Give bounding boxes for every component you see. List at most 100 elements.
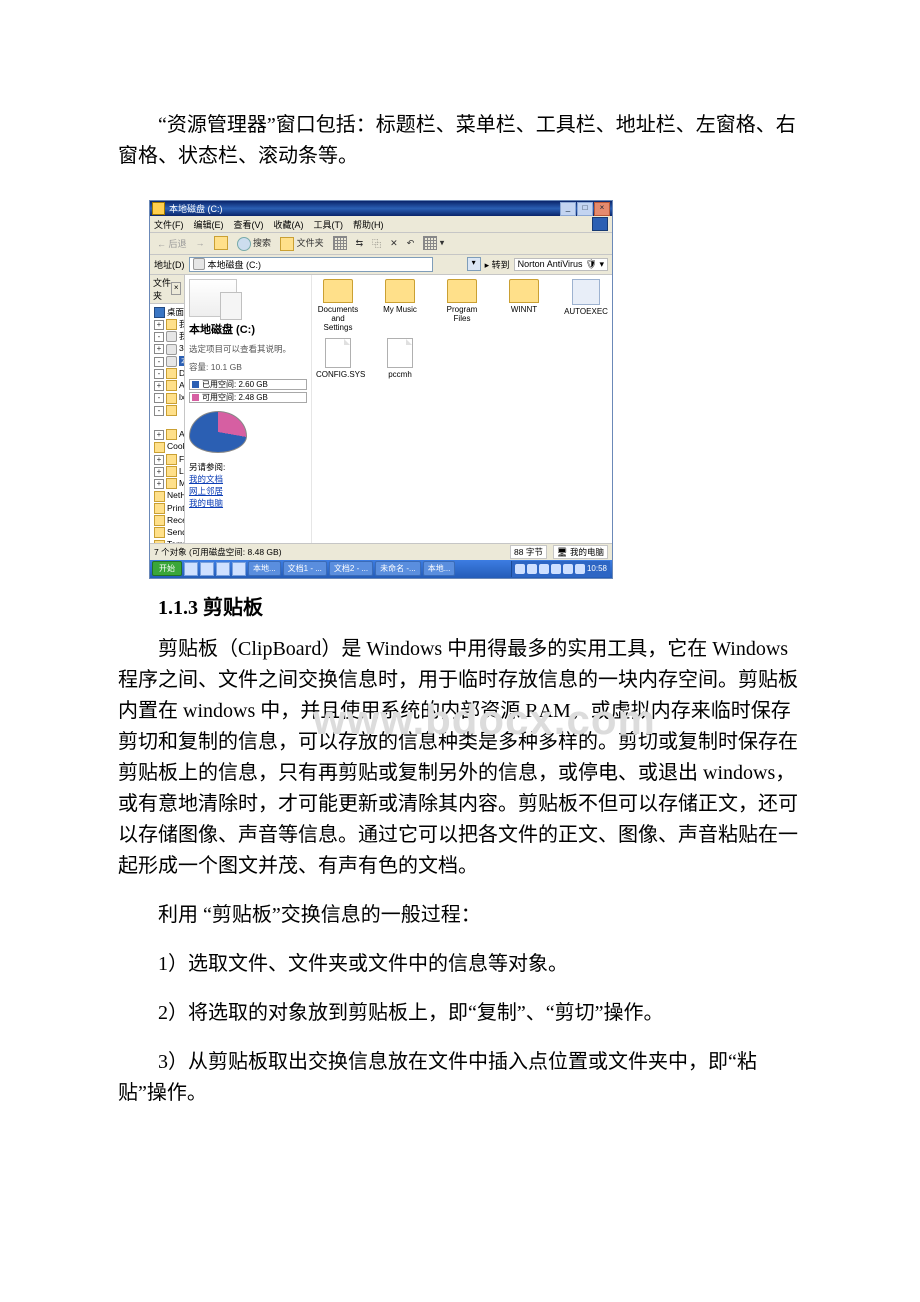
app-item[interactable]: AUTOEXEC <box>564 279 608 332</box>
delete-button[interactable]: ✕ <box>387 237 401 250</box>
link-mycomputer[interactable]: 我的电脑 <box>189 497 307 509</box>
menubar: 文件(F) 编辑(E) 查看(V) 收藏(A) 工具(T) 帮助(H) <box>150 216 612 233</box>
tray-icon[interactable] <box>515 564 525 574</box>
file-item[interactable]: pccmh <box>378 338 422 379</box>
drive-large-icon <box>189 279 237 317</box>
window-title: 本地磁盘 (C:) <box>169 202 560 215</box>
move-button[interactable]: ⇆ <box>353 237 367 250</box>
tray-icon[interactable] <box>551 564 561 574</box>
task-button[interactable]: 文档2 - ... <box>329 561 373 576</box>
up-button[interactable] <box>211 235 231 251</box>
tray-icon[interactable] <box>563 564 573 574</box>
toolbar: ← 后退 → 搜索 文件夹 ⇆ ⿻ ✕ ↶ ▾ <box>150 233 612 255</box>
folder-icon <box>385 279 415 303</box>
file-item[interactable]: CONFIG.SYS <box>316 338 360 379</box>
file-icon <box>387 338 413 368</box>
ql-icon[interactable] <box>184 562 198 576</box>
taskbar: 开始 本地... 文档1 - ... 文档2 - ... 未命名 -... 本地… <box>150 560 612 578</box>
file-icon <box>325 338 351 368</box>
search-button[interactable]: 搜索 <box>234 235 275 252</box>
folder-icon <box>447 279 477 303</box>
folder-icon <box>323 279 353 303</box>
folder-item[interactable]: Program Files <box>440 279 484 332</box>
tray-icon[interactable] <box>527 564 537 574</box>
tree-item[interactable]: Recent <box>167 515 185 525</box>
folder-icon <box>509 279 539 303</box>
menu-fav[interactable]: 收藏(A) <box>274 218 304 231</box>
history-button[interactable] <box>330 235 350 251</box>
ql-icon[interactable] <box>232 562 246 576</box>
detail-pane: 本地磁盘 (C:) 选定项目可以查看其说明。 容量: 10.1 GB 已用空间:… <box>185 275 612 543</box>
tree-item[interactable]: 桌面 <box>167 307 184 317</box>
pie-chart-icon <box>189 411 247 453</box>
paragraph-step1: 1）选取文件、文件夹或文件中的信息等对象。 <box>118 949 802 980</box>
norton-button[interactable]: Norton AntiVirus 🛡 ▾ <box>514 258 608 271</box>
folder-item[interactable]: WINNT <box>502 279 546 332</box>
drive-title: 本地磁盘 (C:) <box>189 321 307 337</box>
address-input[interactable]: 本地磁盘 (C:) <box>189 257 433 272</box>
link-mydocs[interactable]: 我的文档 <box>189 473 307 485</box>
capacity: 容量: 10.1 GB <box>189 361 307 373</box>
task-button[interactable]: 文档1 - ... <box>283 561 327 576</box>
ql-icon[interactable] <box>216 562 230 576</box>
paragraph-step3: 3）从剪贴板取出交换信息放在文件中插入点位置或文件夹中，即“粘贴”操作。 <box>118 1047 802 1109</box>
clock: 10:58 <box>587 564 607 573</box>
tree-item[interactable]: Templates <box>167 539 185 542</box>
file-grid: Documents and Settings My Music Program … <box>312 275 612 543</box>
tree-header: 文件夹 × <box>150 275 184 304</box>
task-button[interactable]: 本地... <box>423 561 456 576</box>
task-button[interactable]: 本地... <box>248 561 281 576</box>
undo-button[interactable]: ↶ <box>404 237 418 250</box>
ql-icon[interactable] <box>200 562 214 576</box>
system-tray: 10:58 <box>511 561 610 577</box>
folders-button[interactable]: 文件夹 <box>277 235 327 252</box>
quick-launch <box>184 562 246 576</box>
see-also: 另请参阅: <box>189 461 307 473</box>
task-button[interactable]: 未命名 -... <box>375 561 421 576</box>
maximize-button[interactable]: □ <box>577 202 593 216</box>
go-button[interactable]: ▸ 转到 <box>485 258 510 271</box>
tray-icon[interactable] <box>575 564 585 574</box>
address-value: 本地磁盘 (C:) <box>208 258 262 271</box>
status-size: 88 字节 <box>510 545 547 559</box>
minimize-button[interactable]: _ <box>560 202 576 216</box>
status-location: 🖥 我的电脑 <box>553 545 608 559</box>
windows-logo-icon <box>592 217 608 231</box>
start-button[interactable]: 开始 <box>152 561 182 576</box>
menu-file[interactable]: 文件(F) <box>154 218 184 231</box>
addressbar: 地址(D) 本地磁盘 (C:) ▾ ▸ 转到 Norton AntiVirus … <box>150 255 612 275</box>
folder-item[interactable]: My Music <box>378 279 422 332</box>
paragraph-clipboard: 剪贴板（ClipBoard）是 Windows 中用得最多的实用工具，它在 Wi… <box>118 634 802 882</box>
tree-item[interactable]: NetHood <box>167 490 185 500</box>
tree-close-icon[interactable]: × <box>171 282 181 295</box>
copy-button[interactable]: ⿻ <box>369 236 384 251</box>
tree-pane: 文件夹 × 桌面 +我的文档 -我的电脑 +3.5 软盘 (A:) -本地磁盘 … <box>150 275 185 543</box>
tree-item[interactable]: Cookies <box>167 441 185 451</box>
status-left: 7 个对象 (可用磁盘空间: 8.48 GB) <box>154 546 282 558</box>
menu-help[interactable]: 帮助(H) <box>353 218 384 231</box>
menu-view[interactable]: 查看(V) <box>234 218 264 231</box>
close-button[interactable]: × <box>594 202 610 216</box>
paragraph-intro: “资源管理器”窗口包括：标题栏、菜单栏、工具栏、地址栏、左窗格、右窗格、状态栏、… <box>118 110 802 172</box>
used-space: 已用空间: 2.60 GB <box>189 379 307 390</box>
menu-edit[interactable]: 编辑(E) <box>194 218 224 231</box>
section-heading: 1.1.3 剪贴板 <box>118 591 802 620</box>
tree-item[interactable]: SendTo <box>167 527 185 537</box>
menu-tools[interactable]: 工具(T) <box>314 218 344 231</box>
tray-icon[interactable] <box>539 564 549 574</box>
folder-item[interactable]: Documents and Settings <box>316 279 360 332</box>
app-icon <box>572 279 600 305</box>
link-network[interactable]: 网上邻居 <box>189 485 307 497</box>
drive-icon <box>152 202 165 215</box>
paragraph-step2: 2）将选取的对象放到剪贴板上，即“复制”、“剪切”操作。 <box>118 998 802 1029</box>
views-button[interactable]: ▾ <box>420 235 447 251</box>
explorer-screenshot: 本地磁盘 (C:) _ □ × 文件(F) 编辑(E) 查看(V) 收藏(A) … <box>149 200 613 579</box>
address-dropdown[interactable]: ▾ <box>467 257 481 271</box>
select-hint: 选定项目可以查看其说明。 <box>189 343 307 355</box>
tree-item[interactable]: PrintHood <box>167 503 185 513</box>
forward-button[interactable]: → <box>193 237 208 249</box>
titlebar: 本地磁盘 (C:) _ □ × <box>150 201 612 216</box>
back-button[interactable]: ← 后退 <box>154 236 190 251</box>
address-label: 地址(D) <box>154 258 185 271</box>
statusbar: 7 个对象 (可用磁盘空间: 8.48 GB) 88 字节 🖥 我的电脑 <box>150 543 612 560</box>
